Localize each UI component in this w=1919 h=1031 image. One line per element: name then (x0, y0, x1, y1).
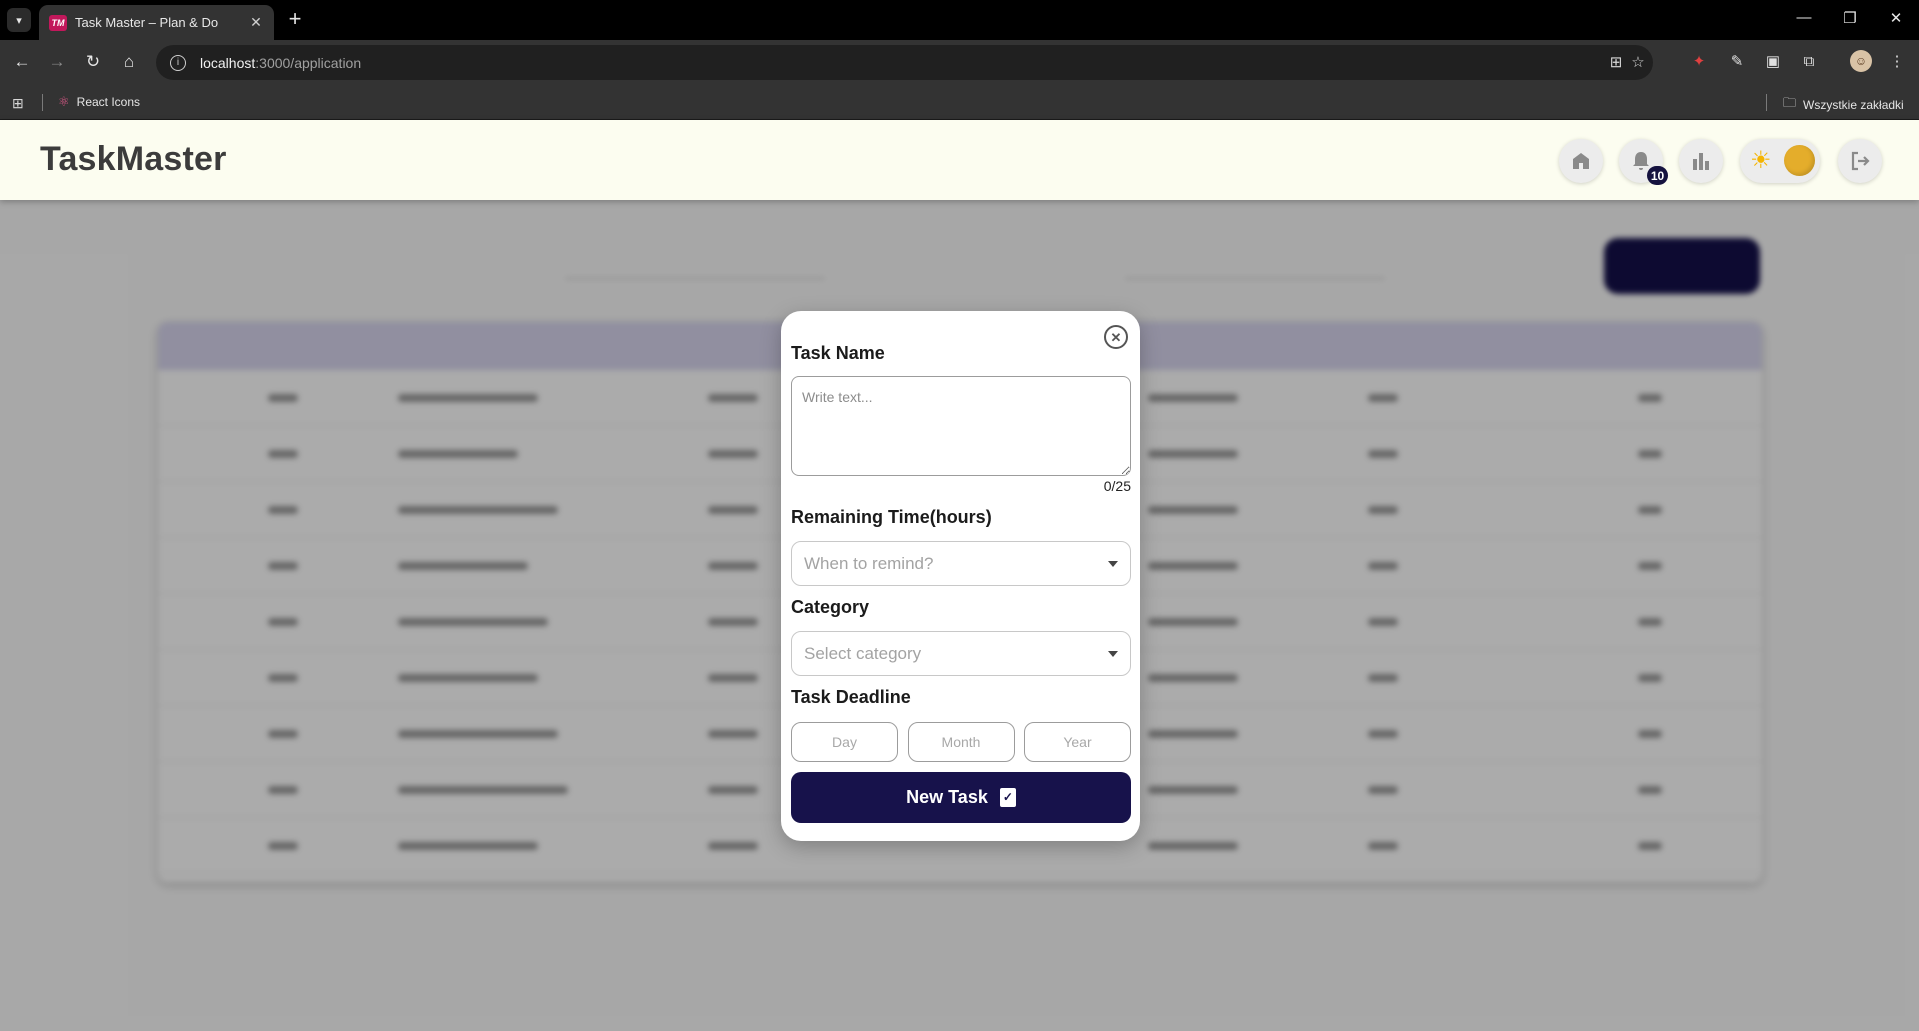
home-icon (1573, 153, 1589, 169)
tab-title: Task Master – Plan & Do (75, 15, 219, 30)
new-task-modal: ✕ Task Name 0/25 Remaining Time(hours) W… (781, 311, 1140, 841)
category-select[interactable]: Select category (791, 631, 1131, 676)
theme-toggle[interactable]: ☀ (1740, 139, 1820, 183)
year-input[interactable] (1024, 722, 1131, 762)
reload-icon[interactable]: ↻ (81, 50, 105, 74)
browser-tab-active[interactable]: TM Task Master – Plan & Do ✕ (39, 5, 274, 40)
browser-tab-bar: ▾ TM Task Master – Plan & Do ✕ + — ❐ ✕ (0, 0, 1919, 40)
category-placeholder: Select category (804, 643, 922, 663)
day-input[interactable] (791, 722, 898, 762)
extension-window-icon[interactable]: ▣ (1762, 50, 1784, 72)
minimize-window-button[interactable]: — (1794, 9, 1814, 26)
url-host: localhost (200, 54, 256, 71)
remaining-time-select[interactable]: When to remind? (791, 541, 1131, 586)
all-bookmarks-folder[interactable]: 🗀 Wszystkie zakładki (1783, 94, 1904, 116)
notification-count-badge: 10 (1647, 166, 1668, 185)
new-task-label: New Task (906, 787, 988, 807)
browser-menu-icon[interactable]: ⋮ (1886, 50, 1908, 72)
react-atom-icon: ⚛ (58, 94, 70, 109)
chevron-down-icon (1108, 560, 1118, 567)
chevron-down-icon (1108, 650, 1118, 657)
bookmark-label: React Icons (76, 95, 141, 109)
bookmarks-bar: ⊞ ⚛ React Icons 🗀 Wszystkie zakładki (0, 85, 1919, 120)
remaining-time-label: Remaining Time(hours) (791, 507, 992, 527)
statistics-button[interactable] (1679, 139, 1723, 183)
bookmarks-divider (42, 94, 43, 111)
profile-avatar-icon[interactable]: ☺ (1850, 50, 1872, 72)
remaining-time-placeholder: When to remind? (804, 553, 934, 573)
back-arrow-icon[interactable]: ← (10, 50, 34, 74)
task-name-input[interactable] (791, 376, 1131, 476)
extension-pen-icon[interactable]: ✎ (1726, 50, 1748, 72)
forward-arrow-icon[interactable]: → (45, 50, 69, 74)
bar-chart-icon (1693, 153, 1709, 170)
home-page-icon[interactable]: ⌂ (117, 50, 141, 74)
home-button[interactable] (1559, 139, 1603, 183)
document-check-icon (999, 788, 1016, 807)
app-header: TaskMaster 10 ☀ (0, 120, 1919, 200)
translate-icon[interactable]: ⊞ (1606, 53, 1626, 71)
month-input[interactable] (907, 722, 1015, 762)
folder-icon: 🗀 (1783, 95, 1797, 110)
bookmarks-divider (1766, 94, 1767, 111)
logout-button[interactable] (1838, 139, 1882, 183)
notifications-button[interactable]: 10 (1619, 139, 1668, 185)
site-info-icon[interactable]: i (170, 54, 186, 71)
all-bookmarks-label: Wszystkie zakładki (1803, 98, 1904, 112)
address-bar[interactable]: i localhost:3000/application ⊞ ☆ (156, 45, 1653, 80)
browser-toolbar: ← → ↻ ⌂ i localhost:3000/application ⊞ ☆… (0, 40, 1919, 85)
logout-icon (1851, 151, 1870, 171)
extension-red-icon[interactable]: ✦ (1688, 50, 1710, 72)
new-task-button[interactable]: New Task (791, 772, 1131, 823)
restore-window-button[interactable]: ❐ (1840, 9, 1860, 27)
new-tab-button[interactable]: + (283, 8, 307, 30)
close-modal-icon[interactable]: ✕ (1104, 325, 1128, 349)
close-window-button[interactable]: ✕ (1886, 9, 1906, 27)
task-deadline-label: Task Deadline (791, 687, 911, 707)
apps-grid-icon[interactable]: ⊞ (12, 95, 28, 111)
bookmark-star-icon[interactable]: ☆ (1628, 53, 1648, 71)
tab-search-button[interactable]: ▾ (7, 8, 31, 32)
toggle-knob (1784, 145, 1815, 176)
tab-close-icon[interactable]: ✕ (248, 14, 264, 31)
task-name-label: Task Name (791, 343, 885, 363)
category-label: Category (791, 597, 870, 617)
deadline-inputs (791, 722, 1131, 762)
brand-logo[interactable]: TaskMaster (40, 140, 227, 179)
sun-icon: ☀ (1750, 147, 1772, 174)
bookmark-react-icons[interactable]: ⚛ React Icons (58, 94, 140, 110)
char-counter: 0/25 (1103, 478, 1131, 494)
taskmaster-favicon-icon: TM (49, 14, 67, 31)
extensions-puzzle-icon[interactable]: ⧉ (1798, 50, 1820, 72)
url-path: :3000/application (255, 54, 362, 71)
